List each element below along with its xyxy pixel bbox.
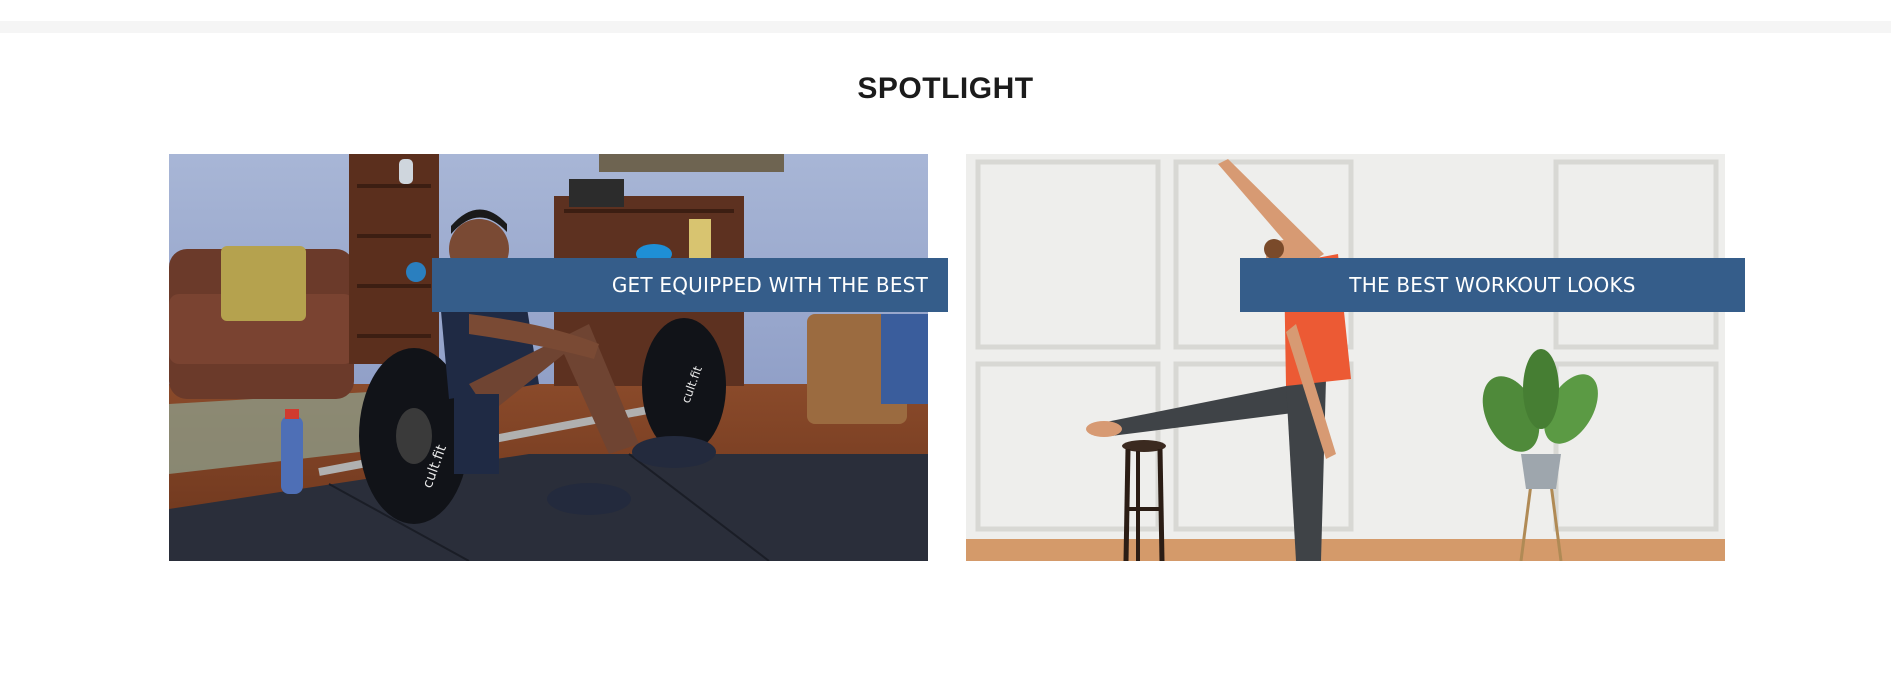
spotlight-card-equipment[interactable]: cult.fit cult.fit GET EQUIPPED WITH THE … [169,154,948,561]
section-title: SPOTLIGHT [857,72,1034,105]
home-gym-photo: cult.fit cult.fit [169,154,928,561]
spotlight-banner-equipment[interactable]: GET EQUIPPED WITH THE BEST [432,258,948,312]
top-divider-strip [0,21,1891,33]
spotlight-card-workout-looks[interactable]: THE BEST WORKOUT LOOKS [966,154,1745,561]
spotlight-banner-workout-looks[interactable]: THE BEST WORKOUT LOOKS [1240,258,1745,312]
yoga-pose-photo [966,154,1725,561]
